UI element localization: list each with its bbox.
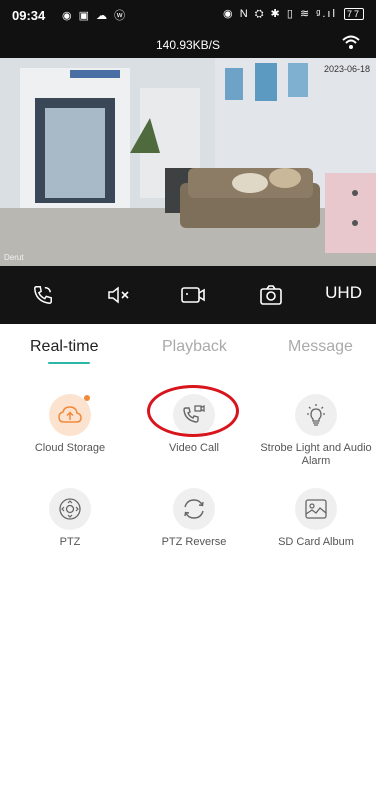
player-controls: UHD <box>0 266 376 324</box>
feature-sd-card-album[interactable]: SD Card Album <box>256 488 376 549</box>
tab-playback[interactable]: Playback <box>162 338 227 356</box>
status-bar: 09:34 ◉ ▣ ☁ ⓦ ◉ N ⛭ ✱ ▯ ≋ ᵍ.ıl 77 <box>0 0 376 30</box>
tab-real-time[interactable]: Real-time <box>30 338 98 356</box>
feature-label: Strobe Light and Audio Alarm <box>260 442 372 467</box>
feature-label: PTZ Reverse <box>161 536 227 548</box>
feature-ptz-reverse[interactable]: PTZ Reverse <box>134 488 254 549</box>
bulb-icon <box>295 394 337 436</box>
tab-message[interactable]: Message <box>288 338 353 356</box>
active-tab-indicator <box>48 362 90 364</box>
live-video-feed[interactable]: 2023-06-18 Derut <box>0 58 376 266</box>
feature-label: PTZ <box>59 536 81 548</box>
snapshot-icon[interactable] <box>256 280 286 310</box>
notification-icons: ◉ ▣ ☁ ⓦ <box>62 10 128 22</box>
video-overlay-logo: Derut <box>4 253 24 262</box>
quality-selector[interactable]: UHD <box>325 283 362 303</box>
tab-bar: Real-time Playback Message <box>0 324 376 370</box>
video-timestamp: 2023-06-18 <box>323 64 370 74</box>
clock: 09:34 <box>12 8 46 23</box>
wifi-icon <box>342 35 360 56</box>
feature-strobe-alarm[interactable]: Strobe Light and Audio Alarm <box>256 394 376 468</box>
room-scene <box>0 58 376 266</box>
feature-ptz[interactable]: PTZ <box>10 488 130 549</box>
feature-label: Video Call <box>169 442 219 454</box>
battery-icon: 77 <box>343 8 364 20</box>
mute-icon[interactable] <box>104 280 134 310</box>
feature-label: SD Card Album <box>278 536 354 548</box>
intercom-call-icon[interactable] <box>28 280 58 310</box>
stream-speed: 140.93KB/S <box>155 38 221 52</box>
system-icons: ◉ N ⛭ ✱ ▯ ≋ ᵍ.ıl 77 <box>223 7 364 21</box>
image-icon <box>295 488 337 530</box>
stream-info-bar: 140.93KB/S <box>0 30 376 58</box>
feature-cloud-storage[interactable]: Cloud Storage <box>10 394 130 455</box>
reverse-icon <box>173 488 215 530</box>
cloud-upload-icon <box>49 394 91 436</box>
record-icon[interactable] <box>178 280 208 310</box>
ptz-icon <box>49 488 91 530</box>
notification-dot <box>84 395 90 401</box>
highlight-annotation <box>147 385 239 437</box>
feature-label: Cloud Storage <box>34 442 106 454</box>
